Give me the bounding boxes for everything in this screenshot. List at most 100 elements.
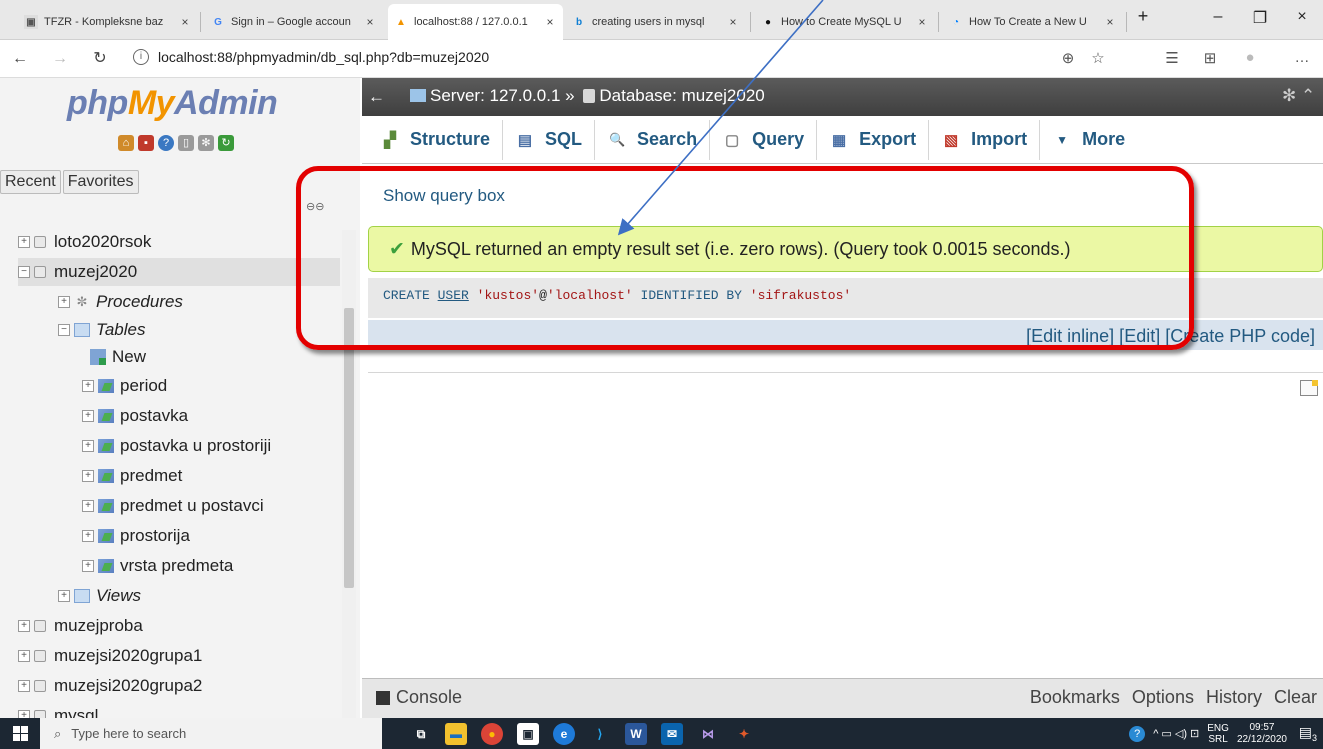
tab-structure[interactable]: ▞ Structure: [368, 119, 504, 160]
more-menu-icon[interactable]: …: [1290, 49, 1314, 66]
close-tab-icon[interactable]: ×: [178, 15, 192, 29]
clock[interactable]: 09:57 22/12/2020: [1237, 722, 1287, 746]
close-tab-icon[interactable]: ×: [543, 15, 557, 29]
tab-query[interactable]: ▢ Query: [710, 119, 818, 160]
table-item[interactable]: + postavka: [82, 402, 188, 430]
app-icon[interactable]: ✦: [733, 723, 755, 745]
table-item[interactable]: + predmet u postavci: [82, 492, 264, 520]
profile-avatar-icon[interactable]: ●: [1238, 49, 1262, 66]
browser-tab[interactable]: ▣ TFZR - Kompleksne baz ×: [18, 4, 198, 40]
visual-studio-icon[interactable]: ⋈: [697, 723, 719, 745]
close-window-button[interactable]: ×: [1287, 8, 1317, 26]
expand-icon[interactable]: +: [82, 440, 94, 452]
notepad-icon[interactable]: [1300, 380, 1318, 396]
expand-icon[interactable]: +: [82, 410, 94, 422]
breadcrumb-database[interactable]: Database: muzej2020: [599, 86, 764, 105]
expand-icon[interactable]: +: [58, 590, 70, 602]
table-item[interactable]: + predmet: [82, 462, 182, 490]
expand-icon[interactable]: +: [82, 530, 94, 542]
docs-icon[interactable]: ▯: [178, 135, 194, 151]
gear-icon[interactable]: ✻ ⌃: [1282, 86, 1315, 106]
table-item[interactable]: + period: [82, 372, 167, 400]
db-item-muzejsi2020grupa2[interactable]: + muzejsi2020grupa2: [18, 672, 202, 700]
browser-tab[interactable]: ◔ How To Create a New U ×: [943, 4, 1123, 40]
new-tab-button[interactable]: +: [1128, 6, 1158, 27]
new-table-node[interactable]: New: [90, 343, 146, 371]
expand-icon[interactable]: +: [18, 620, 30, 632]
browser-tab[interactable]: b creating users in mysql ×: [566, 4, 746, 40]
maximize-button[interactable]: ❐: [1245, 8, 1275, 28]
zoom-icon[interactable]: ⊕: [1056, 49, 1080, 67]
table-item[interactable]: + vrsta predmeta: [82, 552, 233, 580]
expand-icon[interactable]: +: [82, 500, 94, 512]
refresh-button[interactable]: ↻: [88, 48, 112, 70]
exit-icon[interactable]: ▪: [138, 135, 154, 151]
console-history-link[interactable]: History: [1206, 687, 1262, 708]
forward-button[interactable]: →: [48, 48, 72, 70]
expand-icon[interactable]: +: [18, 236, 30, 248]
console-bookmarks-link[interactable]: Bookmarks: [1030, 687, 1120, 708]
task-view-icon[interactable]: ⧉: [410, 723, 432, 745]
collapse-icon[interactable]: −: [18, 266, 30, 278]
views-node[interactable]: + Views: [58, 582, 141, 610]
tab-export[interactable]: ▦ Export: [817, 119, 930, 160]
home-icon[interactable]: ⌂: [118, 135, 134, 151]
collapse-icon[interactable]: −: [58, 324, 70, 336]
show-query-box-link[interactable]: Show query box: [383, 186, 505, 206]
tab-sql[interactable]: ▤ SQL: [503, 119, 596, 160]
notifications-icon[interactable]: ▤3: [1299, 724, 1317, 743]
tables-node[interactable]: − Tables: [58, 316, 145, 344]
collections-icon[interactable]: ⊞: [1198, 49, 1222, 67]
recent-tab[interactable]: Recent: [0, 170, 61, 194]
db-item-muzejproba[interactable]: + muzejproba: [18, 612, 143, 640]
browser-tab-active[interactable]: ▲ localhost:88 / 127.0.0.1 ×: [388, 4, 563, 40]
favorites-list-icon[interactable]: ☰: [1160, 49, 1184, 67]
start-button[interactable]: [0, 718, 40, 749]
close-tab-icon[interactable]: ×: [363, 15, 377, 29]
procedures-node[interactable]: + ✼ Procedures: [58, 288, 183, 316]
edge-icon[interactable]: e: [553, 723, 575, 745]
sql-keyword-link[interactable]: USER: [438, 288, 469, 303]
scrollbar-thumb[interactable]: [344, 308, 354, 588]
table-item[interactable]: + postavka u prostoriji: [82, 432, 271, 460]
db-item-muzej2020[interactable]: − muzej2020: [18, 258, 340, 286]
help-tray-icon[interactable]: ?: [1129, 725, 1146, 742]
chrome-icon[interactable]: ●: [481, 723, 503, 745]
console-options-link[interactable]: Options: [1132, 687, 1194, 708]
tab-search[interactable]: 🔍 Search: [595, 119, 711, 160]
nav-scrollbar[interactable]: [342, 230, 356, 718]
reload-icon[interactable]: ↻: [218, 135, 234, 151]
close-tab-icon[interactable]: ×: [726, 15, 740, 29]
url-field[interactable]: localhost:88/phpmyadmin/db_sql.php?db=mu…: [158, 49, 489, 65]
mail-icon[interactable]: ✉: [661, 723, 683, 745]
word-icon[interactable]: W: [625, 723, 647, 745]
browser-tab[interactable]: ● How to Create MySQL U ×: [755, 4, 935, 40]
expand-icon[interactable]: +: [18, 710, 30, 718]
favorites-tab[interactable]: Favorites: [62, 170, 139, 194]
language-indicator[interactable]: ENG SRL: [1207, 723, 1229, 745]
edit-link[interactable]: Edit: [1124, 326, 1155, 346]
db-item-mysql[interactable]: + mysql: [18, 702, 98, 718]
expand-icon[interactable]: +: [82, 470, 94, 482]
browser-tab[interactable]: G Sign in – Google accoun ×: [205, 4, 383, 40]
collapse-nav-button[interactable]: ←: [368, 87, 385, 107]
console-toggle[interactable]: Console: [376, 687, 462, 708]
expand-icon[interactable]: +: [82, 560, 94, 572]
expand-icon[interactable]: +: [18, 680, 30, 692]
expand-icon[interactable]: +: [58, 296, 70, 308]
phpmyadmin-logo[interactable]: phpMyAdmin: [67, 84, 278, 123]
expand-icon[interactable]: +: [82, 380, 94, 392]
breadcrumb-server[interactable]: Server: 127.0.0.1: [430, 86, 560, 105]
settings-icon[interactable]: ✻: [198, 135, 214, 151]
close-tab-icon[interactable]: ×: [915, 15, 929, 29]
store-icon[interactable]: ▣: [517, 723, 539, 745]
minimize-button[interactable]: –: [1203, 8, 1233, 26]
file-explorer-icon[interactable]: ▬: [445, 723, 467, 745]
create-php-code-link[interactable]: Create PHP code: [1170, 326, 1310, 346]
tab-import[interactable]: ▧ Import: [929, 119, 1041, 160]
edit-inline-link[interactable]: Edit inline: [1031, 326, 1109, 346]
expand-icon[interactable]: +: [18, 650, 30, 662]
vscode-icon[interactable]: ⟩: [589, 723, 611, 745]
taskbar-search[interactable]: ⌕ Type here to search: [40, 718, 382, 749]
info-icon[interactable]: i: [133, 49, 149, 65]
